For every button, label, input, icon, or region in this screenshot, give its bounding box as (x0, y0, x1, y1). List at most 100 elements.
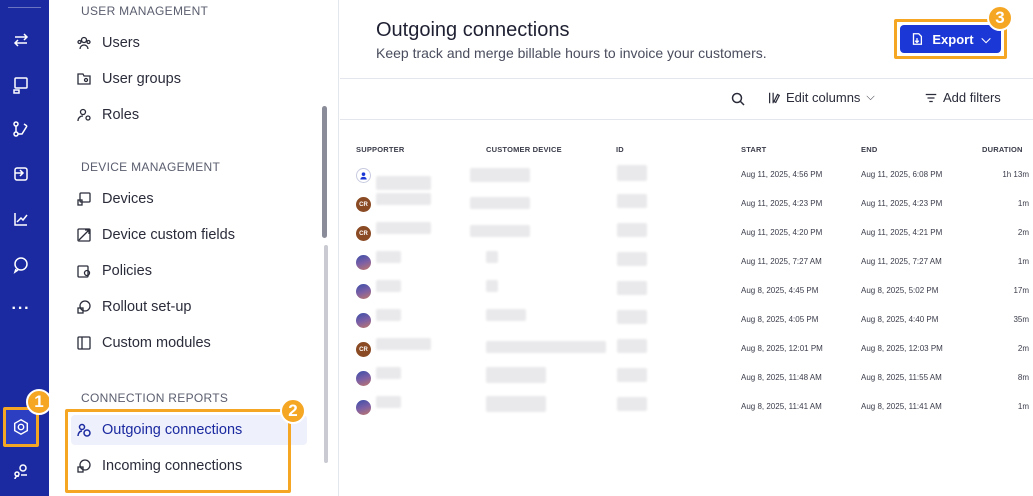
end-cell: Aug 8, 2025, 5:02 PM (861, 286, 939, 295)
avatar: CR (356, 342, 371, 357)
page-title: Outgoing connections (376, 19, 570, 41)
sidebar-item-users[interactable]: Users (71, 28, 307, 58)
start-cell: Aug 8, 2025, 11:41 AM (741, 402, 822, 411)
end-cell: Aug 8, 2025, 12:03 PM (861, 344, 943, 353)
start-cell: Aug 8, 2025, 4:05 PM (741, 315, 819, 324)
duration-cell: 2m (1017, 344, 1029, 353)
redacted-cell (486, 367, 546, 383)
redacted-cell (486, 396, 546, 412)
sidebar-item-label: Rollout set-up (102, 299, 192, 315)
sidebar-item-devices[interactable]: Devices (71, 184, 307, 214)
sidebar-item-policies[interactable]: Policies (71, 256, 307, 286)
duration-cell: 1m (1017, 402, 1029, 411)
sidebar-item-user-groups[interactable]: User groups (71, 64, 307, 94)
start-cell: Aug 11, 2025, 4:20 PM (741, 228, 823, 237)
table-row[interactable]: CR Aug 8, 2025, 12:01 PM Aug 8, 2025, 12:0… (340, 334, 1033, 363)
remote-screen-icon[interactable] (10, 74, 32, 96)
redacted-cell (376, 176, 431, 190)
flow-icon[interactable] (10, 118, 32, 140)
redacted-cell (617, 368, 647, 382)
more-icon[interactable]: ··· (10, 298, 32, 320)
column-header-customer-device[interactable]: CUSTOMER DEVICE (486, 145, 562, 154)
table-row[interactable]: CR Aug 11, 2025, 4:20 PM Aug 11, 2025, 4:2… (340, 218, 1033, 247)
avatar: CR (356, 226, 371, 241)
sidebar-item-label: Roles (102, 107, 140, 123)
avatar (356, 255, 371, 270)
table-row[interactable]: Aug 8, 2025, 11:48 AM Aug 8, 2025, 11:55 … (340, 363, 1033, 392)
table-row[interactable]: Aug 11, 2025, 4:56 PM Aug 11, 2025, 6:08 … (340, 160, 1033, 190)
redacted-cell (617, 339, 647, 353)
management-icon[interactable] (10, 460, 32, 482)
table-row[interactable]: CR Aug 11, 2025, 4:23 PM Aug 11, 2025, 4:2… (340, 189, 1033, 218)
end-cell: Aug 11, 2025, 7:27 AM (861, 257, 942, 266)
sidebar-scrollbar-thumb[interactable] (322, 106, 327, 238)
custom-modules-icon (75, 334, 93, 352)
duration-cell: 35m (1013, 315, 1029, 324)
start-cell: Aug 11, 2025, 4:56 PM (741, 170, 823, 179)
export-label: Export (932, 31, 974, 47)
redacted-cell (376, 309, 401, 321)
sidebar-scrollbar-track[interactable] (324, 245, 328, 463)
column-header-supporter[interactable]: SUPPORTER (356, 145, 404, 154)
left-rail: ··· (0, 0, 49, 496)
end-cell: Aug 8, 2025, 4:40 PM (861, 315, 939, 324)
redacted-cell (470, 168, 530, 182)
duration-cell: 8m (1017, 373, 1029, 382)
duration-cell: 1m (1017, 257, 1029, 266)
page-subtitle: Keep track and merge billable hours to i… (376, 45, 767, 61)
redacted-cell (470, 225, 530, 237)
end-cell: Aug 11, 2025, 4:23 PM (861, 199, 943, 208)
toolbar-divider (340, 119, 1033, 120)
column-header-end[interactable]: END (861, 145, 877, 154)
edit-columns-icon (769, 92, 781, 103)
chevron-down-icon: ⌵ (866, 91, 875, 103)
redacted-cell (376, 396, 401, 408)
add-filters-label: Add filters (943, 90, 1001, 105)
sidebar-item-roles[interactable]: Roles (71, 100, 307, 130)
redacted-cell (486, 280, 498, 292)
column-header-duration[interactable]: DURATION (982, 145, 1023, 154)
column-header-id[interactable]: ID (616, 145, 624, 154)
redacted-cell (486, 251, 498, 263)
redacted-cell (376, 193, 431, 205)
start-cell: Aug 8, 2025, 11:48 AM (741, 373, 822, 382)
export-button[interactable]: Export ⌵ (900, 25, 1001, 53)
sidebar-item-label: User groups (102, 71, 181, 87)
table-row[interactable]: Aug 8, 2025, 4:05 PM Aug 8, 2025, 4:40 PM… (340, 305, 1033, 334)
sidebar-item-custom-modules[interactable]: Custom modules (71, 328, 307, 358)
table-row[interactable]: Aug 8, 2025, 11:41 AM Aug 8, 2025, 11:41 … (340, 392, 1033, 421)
redacted-cell (617, 310, 647, 324)
devices-icon (75, 190, 93, 208)
start-cell: Aug 8, 2025, 4:45 PM (741, 286, 819, 295)
edit-columns-button[interactable]: Edit columns ⌵ (767, 90, 875, 105)
search-icon[interactable] (730, 91, 746, 107)
avatar (356, 313, 371, 328)
table-row[interactable]: Aug 11, 2025, 7:27 AM Aug 11, 2025, 7:27 … (340, 247, 1033, 276)
section-title-user-management: USER MANAGEMENT (81, 4, 209, 18)
sidebar-item-device-custom-fields[interactable]: Device custom fields (71, 220, 307, 250)
avatar (356, 284, 371, 299)
rollout-icon (75, 298, 93, 316)
analytics-icon[interactable] (10, 208, 32, 230)
device-switch-icon[interactable] (10, 163, 32, 185)
add-filters-button[interactable]: Add filters (924, 90, 1001, 105)
duration-cell: 1m (1017, 199, 1029, 208)
redacted-cell (376, 367, 401, 379)
avatar (356, 168, 371, 183)
export-icon (913, 33, 923, 45)
more-dots: ··· (11, 300, 31, 317)
sidebar-item-rollout-setup[interactable]: Rollout set-up (71, 292, 307, 322)
start-cell: Aug 8, 2025, 12:01 PM (741, 344, 823, 353)
header-divider (340, 78, 1033, 79)
chevron-down-icon: ⌵ (981, 31, 991, 46)
sidebar-item-label: Device custom fields (102, 227, 235, 243)
user-groups-icon (75, 70, 93, 88)
end-cell: Aug 8, 2025, 11:41 AM (861, 402, 942, 411)
transfer-icon[interactable] (10, 29, 32, 51)
table-row[interactable]: Aug 8, 2025, 4:45 PM Aug 8, 2025, 5:02 PM… (340, 276, 1033, 305)
redacted-cell (376, 280, 401, 292)
chat-icon[interactable] (10, 253, 32, 275)
redacted-cell (376, 222, 431, 234)
user-icon (360, 172, 367, 180)
column-header-start[interactable]: START (741, 145, 766, 154)
